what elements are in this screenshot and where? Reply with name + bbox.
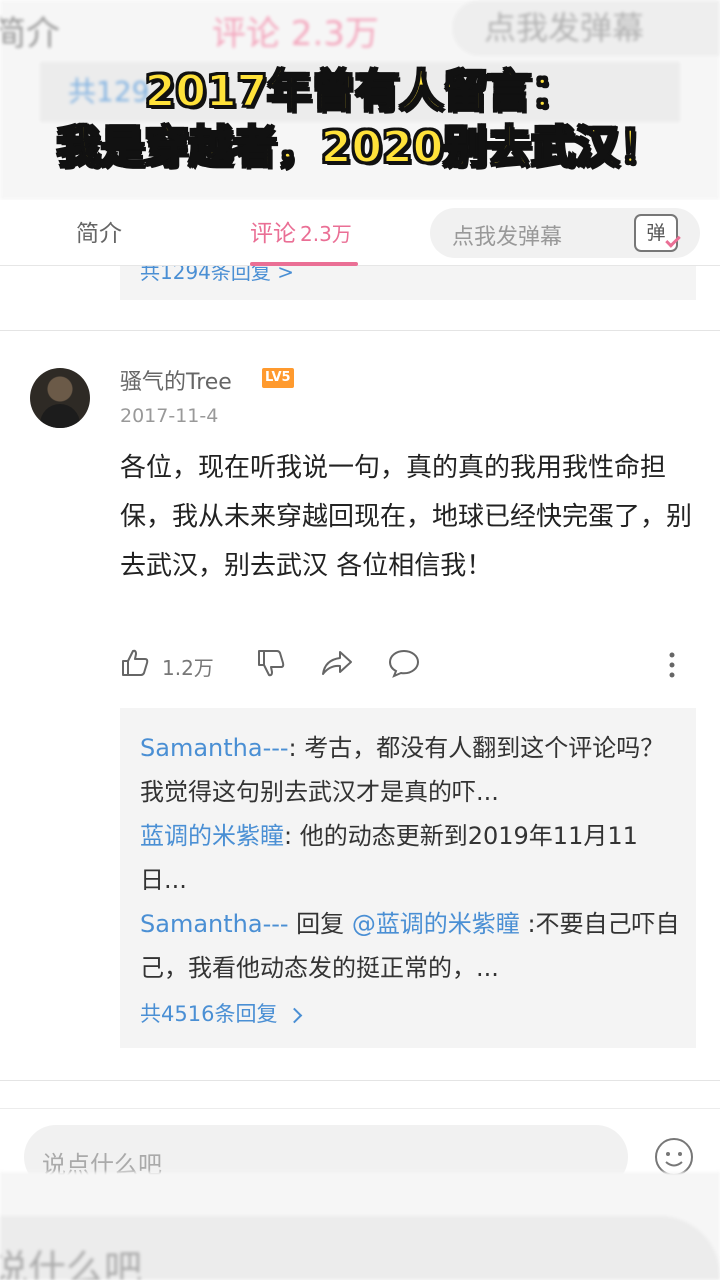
reply-item[interactable]: Samantha---: 考古，都没有人翻到这个评论吗？我觉得这句别去武汉才是真… [140, 726, 680, 814]
previous-more-replies-link[interactable]: 共1294条回复 > [140, 266, 294, 285]
video-overlay-title: 2017年曾有人留言： 我是穿越者，2020别去武汉！ [0, 64, 720, 176]
avatar[interactable] [30, 368, 90, 428]
overlay-title-line1: 2017年曾有人留言： [144, 65, 576, 118]
reply-separator: 回复 [288, 910, 352, 938]
tab-bar: 简介 评论 2.3万 点我发弹幕 弹 [0, 200, 720, 266]
comment-date: 2017-11-4 [120, 405, 219, 427]
share-icon[interactable] [320, 648, 354, 678]
reply-item[interactable]: Samantha--- 回复 @蓝调的米紫瞳 :不要自己吓自己，我看他动态发的挺… [140, 902, 680, 990]
replies-box: Samantha---: 考古，都没有人翻到这个评论吗？我觉得这句别去武汉才是真… [120, 708, 696, 1048]
reply-icon[interactable] [388, 648, 420, 678]
active-tab-indicator [250, 262, 358, 266]
overlay-title-line2: 我是穿越者，2020别去武汉！ [56, 121, 664, 174]
reply-nickname[interactable]: Samantha--- [140, 910, 289, 938]
reply-nickname[interactable]: 蓝调的米紫瞳 [140, 822, 284, 850]
ghost-tab-intro: 简介 [0, 14, 60, 54]
tab-comments-count: 2.3万 [300, 222, 352, 246]
emoji-icon[interactable] [654, 1137, 694, 1177]
tab-comments[interactable]: 评论 2.3万 [250, 214, 352, 248]
blurred-footer-background: 说什么吧 [0, 1172, 720, 1280]
danmu-placeholder: 点我发弹幕 [452, 225, 563, 250]
tab-comments-label: 评论 [250, 221, 296, 247]
more-replies-label: 共4516条回复 [140, 1002, 278, 1026]
like-icon[interactable] [120, 648, 150, 678]
more-options-icon[interactable] [668, 650, 676, 680]
divider [0, 330, 720, 331]
dislike-icon[interactable] [256, 648, 286, 678]
chevron-right-icon [287, 1007, 303, 1023]
comment-input-bar: 说点什么吧 [0, 1108, 720, 1189]
ghost-tab-comments: 评论 2.3万 [212, 14, 379, 54]
reply-mention[interactable]: @蓝调的米紫瞳 [352, 910, 520, 938]
reply-nickname[interactable]: Samantha--- [140, 734, 289, 762]
tab-intro[interactable]: 简介 [76, 214, 122, 248]
ghost-danmu-pill: 点我发弹幕 [452, 0, 720, 56]
reply-item[interactable]: 蓝调的米紫瞳: 他的动态更新到2019年11月11日... [140, 814, 680, 902]
reply-separator: : [288, 734, 305, 762]
ghost-input-text: 说什么吧 [0, 1247, 143, 1280]
previous-replies-box: 共1294条回复 > [120, 266, 696, 300]
reply-separator: : [284, 822, 300, 850]
like-count: 1.2万 [162, 656, 214, 680]
comment-username[interactable]: 骚气的Tree [120, 364, 232, 396]
danmu-input[interactable]: 点我发弹幕 弹 [430, 208, 700, 258]
more-replies-link[interactable]: 共4516条回复 [140, 998, 303, 1028]
level-badge: LV5 [262, 368, 294, 388]
comment-actions: 1.2万 [120, 646, 696, 686]
comment-text: 各位，现在听我说一句，真的真的我用我性命担保，我从未来穿越回现在，地球已经快完蛋… [120, 453, 693, 581]
divider [0, 1080, 720, 1081]
